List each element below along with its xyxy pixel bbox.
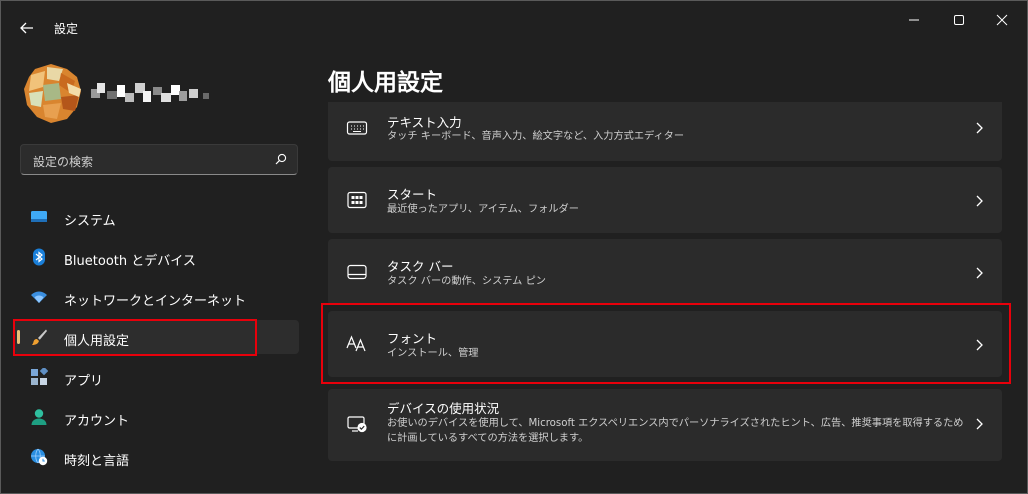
back-arrow-icon [20, 22, 33, 34]
minimize-button[interactable] [899, 9, 929, 31]
account-icon [31, 409, 47, 425]
keyboard-icon [346, 121, 368, 135]
avatar[interactable] [21, 61, 85, 125]
card-title: スタート [387, 187, 438, 202]
profile-name-obscured [91, 83, 209, 102]
card-start[interactable]: スタート 最近使ったアプリ、アイテム、フォルダー [328, 167, 1002, 233]
monitor-icon [31, 211, 47, 222]
sidebar-item-system[interactable]: システム [13, 200, 299, 234]
bluetooth-icon [33, 248, 45, 266]
sidebar-item-network[interactable]: ネットワークとインターネット [13, 280, 299, 314]
card-title: デバイスの使用状況 [387, 401, 500, 416]
card-text-input[interactable]: テキスト入力 タッチ キーボード、音声入力、絵文字など、入力方式エディター [328, 102, 1002, 161]
chevron-right-icon [976, 267, 983, 279]
sidebar-item-label: アカウント [64, 414, 130, 429]
start-icon [347, 191, 367, 209]
minimize-icon [909, 19, 919, 21]
title-bar: 設定 [1, 1, 1027, 53]
maximize-icon [954, 15, 964, 25]
maximize-button[interactable] [944, 9, 974, 31]
window-title: 設定 [54, 22, 79, 36]
back-button[interactable] [15, 17, 39, 39]
card-title: タスク バー [387, 259, 454, 274]
card-subtitle: お使いのデバイスを使用して、Microsoft エクスペリエンス内でパーソナライ… [387, 418, 964, 444]
sidebar-item-label: ネットワークとインターネット [64, 294, 247, 309]
chevron-right-icon [976, 418, 983, 430]
sidebar-item-accounts[interactable]: アカウント [13, 400, 299, 434]
card-taskbar[interactable]: タスク バー タスク バーの動作、システム ピン [328, 239, 1002, 305]
device-usage-icon [347, 416, 367, 433]
chevron-right-icon [976, 122, 983, 134]
sidebar-item-label: 時刻と言語 [64, 454, 130, 469]
search-icon [275, 153, 287, 165]
page-title: 個人用設定 [328, 70, 443, 96]
wifi-icon [31, 291, 47, 303]
card-highlight-box [321, 303, 1011, 384]
search-input[interactable]: 設定の検索 [33, 153, 93, 170]
chevron-right-icon [976, 195, 983, 207]
settings-window: 設定 設定の検索 システム Bluetooth とデバイス ネットワークとインタ… [0, 0, 1028, 494]
card-device-usage[interactable]: デバイスの使用状況 お使いのデバイスを使用して、Microsoft エクスペリエ… [328, 389, 1002, 461]
taskbar-icon [347, 264, 367, 280]
sidebar-item-apps[interactable]: アプリ [13, 360, 299, 394]
card-subtitle: タッチ キーボード、音声入力、絵文字など、入力方式エディター [387, 131, 685, 142]
sidebar-item-bluetooth[interactable]: Bluetooth とデバイス [13, 240, 299, 274]
sidebar-item-label: アプリ [64, 374, 104, 389]
search-box[interactable]: 設定の検索 [20, 144, 298, 175]
sidebar-highlight-box [13, 319, 257, 356]
card-subtitle: タスク バーの動作、システム ピン [387, 276, 546, 287]
apps-icon [31, 368, 48, 385]
globe-clock-icon [31, 448, 48, 466]
card-subtitle: 最近使ったアプリ、アイテム、フォルダー [387, 204, 579, 215]
sidebar-item-time-language[interactable]: 時刻と言語 [13, 440, 299, 474]
sidebar-item-label: システム [64, 214, 116, 229]
close-icon [996, 14, 1008, 26]
close-button[interactable] [987, 9, 1017, 31]
sidebar-item-label: Bluetooth とデバイス [64, 254, 196, 269]
